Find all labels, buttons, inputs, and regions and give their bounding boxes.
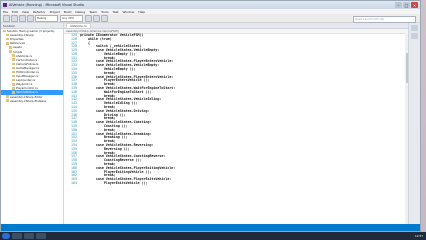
file-icon <box>12 54 15 57</box>
undo-icon[interactable] <box>27 14 34 22</box>
code-line[interactable]: 164 PlayerExitsVehicle (); <box>64 181 410 185</box>
file-icon <box>6 42 9 45</box>
file-icon <box>12 70 15 74</box>
file-icon <box>6 95 9 98</box>
code-text: PlayerExitsVehicle (); <box>80 180 148 185</box>
file-icon <box>6 33 9 37</box>
minimize-icon[interactable]: – <box>395 2 402 8</box>
window-controls: – □ × <box>394 2 418 8</box>
tree-item[interactable]: Assembly-CSharp-firstpass <box>1 99 63 103</box>
platform-combo[interactable]: Any CPU <box>60 14 83 22</box>
solution-explorer: Solution Solution 'Racing Game' (3 proje… <box>1 23 64 226</box>
quick-launch-input[interactable]: Quick Launch (Ctrl+Q) <box>353 16 416 23</box>
taskbar-clock: 12:57 <box>414 234 423 238</box>
status-bar <box>1 224 420 231</box>
start-icon[interactable] <box>85 14 92 22</box>
start-button[interactable] <box>2 233 10 239</box>
line-number: 164 <box>71 180 77 185</box>
close-icon[interactable]: × <box>411 2 418 8</box>
file-icon <box>12 91 15 94</box>
config-combo[interactable]: Debug <box>35 14 58 22</box>
window-title: AIVehicle (Running) - Microsoft Visual S… <box>9 3 84 7</box>
file-icon <box>12 58 15 61</box>
forward-icon[interactable] <box>11 14 18 22</box>
title-bar: AIVehicle (Running) - Microsoft Visual S… <box>1 1 420 9</box>
taskbar-app-ie[interactable] <box>12 233 22 239</box>
menu-item-build[interactable]: Build <box>64 10 72 14</box>
menu-item-file[interactable]: File <box>3 10 8 14</box>
file-icon <box>12 66 15 70</box>
file-icon <box>12 74 15 78</box>
stop-icon[interactable] <box>101 14 108 22</box>
file-icon <box>6 37 9 41</box>
file-icon <box>12 62 15 66</box>
menu-item-refactor[interactable]: Refactor <box>33 10 46 14</box>
solution-tree: Solution 'Racing Game' (3 projects) Assem… <box>1 29 63 103</box>
save-icon[interactable] <box>19 14 26 22</box>
right-tool-strip <box>408 23 420 226</box>
file-icon <box>12 83 15 86</box>
file-icon <box>12 78 15 82</box>
file-icon <box>9 50 12 53</box>
menu-item-help[interactable]: Help <box>138 10 145 14</box>
menu-item-edit[interactable]: Edit <box>12 10 18 14</box>
tree-item-label: Assembly-CSharp-firstpass <box>10 98 46 103</box>
code-area[interactable]: 125 private IEnumerator VehicleFSM() 126 w… <box>64 33 410 226</box>
taskbar-app-vs[interactable] <box>36 233 46 239</box>
pause-icon[interactable] <box>93 14 100 22</box>
maximize-icon[interactable]: □ <box>403 2 410 8</box>
file-icon <box>6 99 9 102</box>
properties-icon[interactable] <box>411 25 418 31</box>
menu-item-project[interactable]: Project <box>50 10 60 14</box>
code-editor: AIVehicle.cs Assembly-CSharp AIVehicle V… <box>64 23 410 226</box>
tab-aivehicle[interactable]: AIVehicle.cs <box>66 23 91 28</box>
menu-item-debug[interactable]: Debug <box>75 10 85 14</box>
menu-item-window[interactable]: Window <box>122 10 134 14</box>
toolbox-icon[interactable] <box>411 33 418 39</box>
file-icon <box>9 46 12 49</box>
ide-window: AIVehicle (Running) - Microsoft Visual S… <box>0 0 421 232</box>
taskbar-app-explorer[interactable] <box>24 233 34 239</box>
taskbar: 12:57 <box>0 232 426 240</box>
menu-item-view[interactable]: View <box>22 10 29 14</box>
menu-item-test[interactable]: Test <box>113 10 119 14</box>
file-icon <box>12 87 15 90</box>
back-icon[interactable] <box>3 14 10 22</box>
menu-item-team[interactable]: Team <box>89 10 97 14</box>
file-icon <box>3 29 6 33</box>
menu-item-tools[interactable]: Tools <box>101 10 108 14</box>
